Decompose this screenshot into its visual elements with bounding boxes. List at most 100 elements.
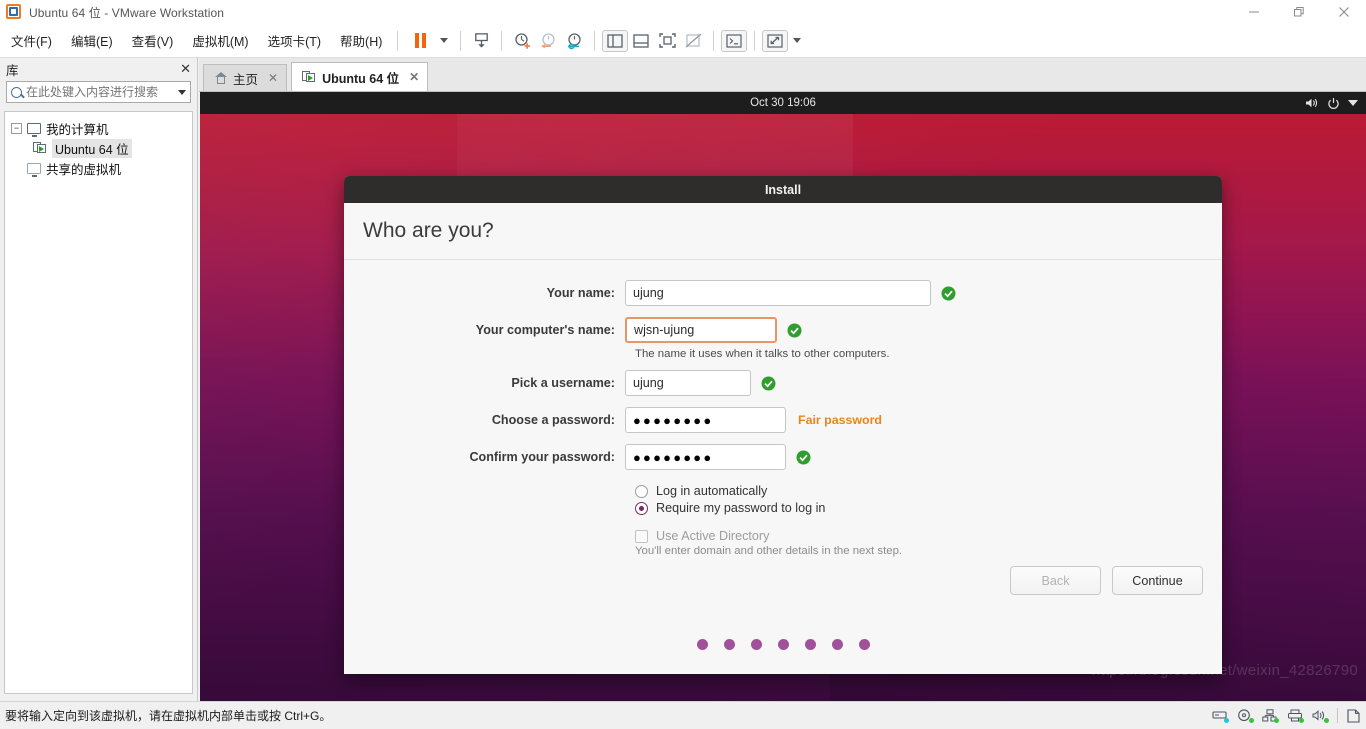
active-directory-hint: You'll enter domain and other details in… — [635, 545, 903, 557]
library-title: 库 — [6, 63, 19, 78]
library-search-box[interactable] — [6, 81, 191, 103]
show-library-icon[interactable] — [602, 29, 629, 52]
password-input[interactable]: ●●●●●●●● — [625, 407, 786, 433]
tab-strip: 主页 ✕ Ubuntu 64 位 ✕ — [199, 58, 1366, 92]
system-menu-caret-icon[interactable] — [1348, 99, 1358, 107]
menu-file[interactable]: 文件(F) — [3, 28, 60, 53]
tab-home[interactable]: 主页 ✕ — [203, 64, 288, 91]
continue-button[interactable]: Continue — [1112, 566, 1203, 595]
field-row-password: Choose a password: ●●●●●●●● Fair passwor… — [344, 407, 1222, 433]
show-thumbnails-icon[interactable] — [628, 29, 654, 53]
gnome-clock[interactable]: Oct 30 19:06 — [750, 97, 816, 109]
close-icon[interactable]: ✕ — [180, 61, 191, 77]
your-name-label: Your name: — [546, 286, 615, 300]
shared-vm-icon — [27, 162, 41, 177]
computer-name-label: Your computer's name: — [475, 323, 615, 337]
full-screen-icon[interactable] — [654, 29, 680, 53]
field-row-computer-name: Your computer's name: wjsn-ujung — [344, 317, 1222, 343]
toolbar-divider-5 — [713, 30, 715, 51]
snapshot-icon[interactable] — [468, 29, 494, 53]
power-icon[interactable] — [1327, 97, 1340, 110]
valid-check-icon — [787, 323, 802, 338]
dropdown-caret-icon[interactable] — [435, 29, 453, 53]
restore-button[interactable] — [1276, 0, 1321, 24]
close-button[interactable] — [1321, 0, 1366, 24]
tree-item-shared-vms[interactable]: 共享的虚拟机 — [5, 158, 192, 178]
printer-icon[interactable] — [1287, 709, 1304, 723]
search-dropdown-caret-icon[interactable] — [178, 89, 186, 95]
checkbox-use-active-directory[interactable]: Use Active Directory — [635, 529, 1222, 543]
unity-mode-icon[interactable] — [680, 29, 706, 53]
radio-log-in-automatically[interactable]: Log in automatically — [635, 484, 1222, 498]
guest-screen[interactable]: Oct 30 19:06 Install Who are you? Your n… — [200, 92, 1366, 701]
cd-dvd-icon[interactable] — [1237, 709, 1254, 723]
installer-body: Your name: ujung Your computer's name: w… — [344, 260, 1222, 674]
library-sidebar: 库 ✕ − 我的计算机 Ubuntu 64 位 共享的虚拟机 — [0, 58, 198, 701]
home-icon — [214, 72, 227, 84]
gnome-top-bar: Oct 30 19:06 — [200, 92, 1366, 114]
revert-snapshot-icon[interactable] — [535, 29, 561, 53]
tree-item-my-computer[interactable]: − 我的计算机 — [5, 118, 192, 138]
progress-dot — [804, 639, 816, 650]
tab-label: Ubuntu 64 位 — [322, 71, 400, 86]
tab-ubuntu-vm[interactable]: Ubuntu 64 位 ✕ — [291, 62, 429, 91]
stretch-view-icon[interactable] — [762, 29, 789, 52]
tree-item-label: 我的计算机 — [46, 122, 109, 137]
tab-close-icon[interactable]: ✕ — [268, 71, 278, 85]
installer-button-row: Back Continue — [1010, 566, 1203, 595]
hard-disk-icon[interactable] — [1212, 709, 1229, 723]
your-name-input[interactable]: ujung — [625, 280, 931, 306]
valid-check-icon — [941, 286, 956, 301]
menu-help[interactable]: 帮助(H) — [332, 28, 390, 53]
tree-item-label: 共享的虚拟机 — [46, 162, 122, 177]
valid-check-icon — [761, 376, 776, 391]
vm-icon — [33, 142, 47, 154]
take-snapshot-icon[interactable] — [509, 29, 535, 53]
radio-button-icon[interactable] — [635, 484, 648, 498]
radio-require-password[interactable]: Require my password to log in — [635, 501, 1222, 515]
menu-tabs[interactable]: 选项卡(T) — [260, 28, 329, 53]
username-input[interactable]: ujung — [625, 370, 751, 396]
progress-dot — [723, 639, 735, 650]
volume-icon[interactable] — [1305, 97, 1319, 109]
library-tree: − 我的计算机 Ubuntu 64 位 共享的虚拟机 — [4, 111, 193, 694]
search-input[interactable] — [26, 85, 166, 99]
pause-icon[interactable] — [405, 29, 435, 53]
computer-name-hint: The name it uses when it talks to other … — [635, 348, 890, 360]
sound-icon[interactable] — [1312, 709, 1329, 723]
option-label: Log in automatically — [656, 484, 768, 498]
progress-dot — [831, 639, 843, 650]
gnome-status-area[interactable] — [1305, 92, 1358, 114]
network-icon[interactable] — [1262, 709, 1279, 723]
confirm-password-label: Confirm your password: — [469, 450, 615, 464]
console-view-icon[interactable] — [721, 29, 748, 52]
usb-icon[interactable] — [1347, 709, 1360, 723]
expander-icon[interactable]: − — [11, 122, 22, 134]
view-dropdown-caret-icon[interactable] — [788, 29, 806, 53]
confirm-password-input[interactable]: ●●●●●●●● — [625, 444, 786, 470]
radio-button-selected-icon[interactable] — [635, 501, 648, 515]
option-label: Require my password to log in — [656, 501, 826, 515]
ubuntu-installer-dialog: Install Who are you? Your name: ujung Yo… — [344, 176, 1222, 674]
menu-edit[interactable]: 编辑(E) — [63, 28, 121, 53]
status-message: 要将输入定向到该虚拟机，请在虚拟机内部单击或按 Ctrl+G。 — [5, 709, 332, 723]
menu-vm[interactable]: 虚拟机(M) — [184, 28, 256, 53]
status-divider — [1337, 708, 1338, 723]
computer-name-input[interactable]: wjsn-ujung — [625, 317, 777, 343]
tree-item-label: Ubuntu 64 位 — [52, 138, 132, 158]
minimize-button[interactable] — [1231, 0, 1276, 24]
installer-titlebar: Install — [344, 176, 1222, 203]
window-titlebar: Ubuntu 64 位 - VMware Workstation — [0, 0, 1366, 24]
progress-dot — [750, 639, 762, 650]
vmware-workstation-window: Ubuntu 64 位 - VMware Workstation 文件(F) 编… — [0, 0, 1366, 729]
field-row-username: Pick a username: ujung — [344, 370, 1222, 396]
tree-item-ubuntu-vm[interactable]: Ubuntu 64 位 — [5, 138, 192, 158]
password-strength-label: Fair password — [798, 413, 883, 427]
menu-view[interactable]: 查看(V) — [124, 28, 182, 53]
snapshot-manager-icon[interactable] — [561, 29, 587, 53]
tab-close-icon[interactable]: ✕ — [409, 70, 419, 84]
monitor-icon — [27, 122, 41, 137]
back-button[interactable]: Back — [1010, 566, 1101, 595]
checkbox-icon[interactable] — [635, 529, 648, 543]
field-row-your-name: Your name: ujung — [344, 280, 1222, 306]
